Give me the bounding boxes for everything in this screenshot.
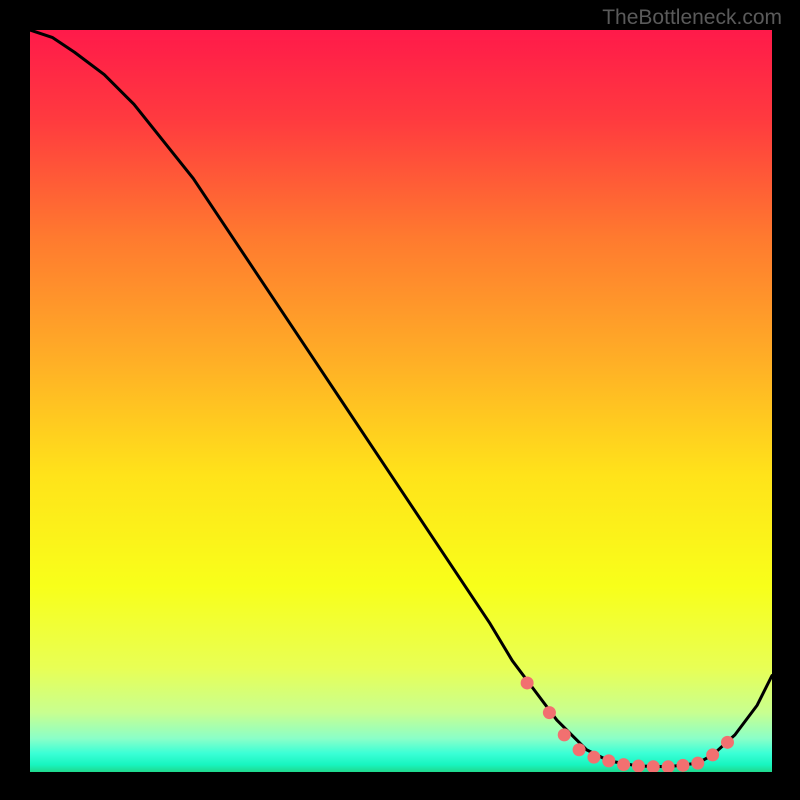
data-marker	[573, 743, 586, 756]
data-marker	[632, 760, 645, 772]
gradient-background	[30, 30, 772, 772]
data-marker	[602, 754, 615, 767]
watermark-text: TheBottleneck.com	[602, 6, 782, 30]
data-marker	[691, 757, 704, 770]
data-marker	[706, 748, 719, 761]
data-marker	[676, 759, 689, 772]
plot-area	[30, 30, 772, 772]
data-marker	[521, 676, 534, 689]
chart-container: TheBottleneck.com	[0, 0, 800, 800]
data-marker	[587, 751, 600, 764]
data-marker	[558, 728, 571, 741]
chart-svg	[30, 30, 772, 772]
data-marker	[721, 736, 734, 749]
data-marker	[617, 758, 630, 771]
data-marker	[543, 706, 556, 719]
